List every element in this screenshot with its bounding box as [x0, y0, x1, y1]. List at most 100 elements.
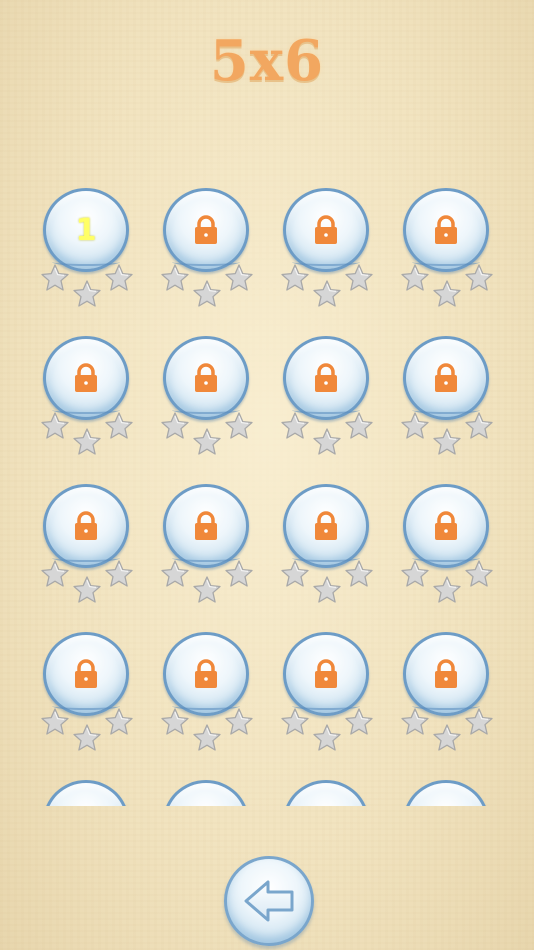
star-icon	[40, 263, 70, 293]
star-icon	[160, 707, 190, 737]
level-button[interactable]	[403, 336, 489, 420]
level-button[interactable]	[43, 336, 129, 420]
star-icon	[344, 707, 374, 737]
level-button[interactable]	[43, 780, 129, 806]
level-cell	[388, 772, 508, 806]
lock-icon	[193, 659, 219, 689]
level-cell	[148, 772, 268, 806]
level-button[interactable]	[403, 484, 489, 568]
star-icon	[192, 279, 222, 309]
lock-icon	[73, 659, 99, 689]
star-icon	[192, 427, 222, 457]
level-button[interactable]	[283, 780, 369, 806]
level-button[interactable]	[403, 632, 489, 716]
star-icon	[400, 559, 430, 589]
star-icon	[464, 559, 494, 589]
level-button[interactable]	[163, 484, 249, 568]
level-cell	[148, 328, 268, 476]
level-cell	[268, 624, 388, 772]
star-icon	[464, 411, 494, 441]
back-arrow-icon	[244, 880, 294, 922]
star-icon	[104, 707, 134, 737]
star-icon	[344, 411, 374, 441]
star-icon	[312, 427, 342, 457]
star-icon	[312, 723, 342, 753]
level-button[interactable]	[283, 336, 369, 420]
lock-icon	[433, 215, 459, 245]
star-icon	[432, 575, 462, 605]
level-cell	[28, 624, 148, 772]
star-icon	[224, 411, 254, 441]
star-icon	[160, 559, 190, 589]
level-cell	[388, 624, 508, 772]
star-icon	[464, 263, 494, 293]
level-cell	[268, 328, 388, 476]
page-title: 5x6	[209, 28, 325, 94]
star-icon	[400, 707, 430, 737]
star-icon	[432, 427, 462, 457]
level-cell	[388, 180, 508, 328]
star-icon	[344, 263, 374, 293]
level-grid-viewport[interactable]: 1	[0, 180, 534, 806]
star-icon	[344, 559, 374, 589]
lock-icon	[313, 215, 339, 245]
lock-icon	[433, 363, 459, 393]
level-cell	[268, 180, 388, 328]
star-icon	[72, 723, 102, 753]
lock-icon	[193, 363, 219, 393]
star-icon	[104, 263, 134, 293]
star-icon	[280, 559, 310, 589]
star-icon	[280, 411, 310, 441]
star-icon	[280, 263, 310, 293]
level-button[interactable]	[283, 188, 369, 272]
star-icon	[104, 411, 134, 441]
star-icon	[192, 723, 222, 753]
star-icon	[72, 427, 102, 457]
star-icon	[224, 263, 254, 293]
level-button[interactable]	[163, 188, 249, 272]
level-button[interactable]	[163, 780, 249, 806]
level-button[interactable]: 1	[43, 188, 129, 272]
star-icon	[192, 575, 222, 605]
level-cell	[28, 476, 148, 624]
star-icon	[160, 263, 190, 293]
lock-icon	[313, 659, 339, 689]
star-icon	[72, 575, 102, 605]
level-cell	[148, 624, 268, 772]
star-icon	[40, 707, 70, 737]
star-icon	[72, 279, 102, 309]
star-icon	[400, 411, 430, 441]
level-button[interactable]	[163, 336, 249, 420]
lock-icon	[433, 511, 459, 541]
level-button[interactable]	[43, 484, 129, 568]
lock-icon	[433, 659, 459, 689]
level-cell	[268, 476, 388, 624]
star-icon	[40, 411, 70, 441]
level-number: 1	[75, 212, 97, 248]
level-cell	[388, 476, 508, 624]
back-button[interactable]	[224, 856, 314, 946]
star-icon	[312, 279, 342, 309]
level-button[interactable]	[403, 780, 489, 806]
level-button[interactable]	[283, 484, 369, 568]
star-icon	[432, 723, 462, 753]
lock-icon	[73, 511, 99, 541]
star-icon	[40, 559, 70, 589]
level-button[interactable]	[403, 188, 489, 272]
lock-icon	[193, 215, 219, 245]
star-icon	[312, 575, 342, 605]
star-icon	[400, 263, 430, 293]
lock-icon	[193, 511, 219, 541]
level-button[interactable]	[163, 632, 249, 716]
level-cell	[148, 180, 268, 328]
star-icon	[464, 707, 494, 737]
star-icon	[432, 279, 462, 309]
star-icon	[160, 411, 190, 441]
level-button[interactable]	[283, 632, 369, 716]
star-icon	[280, 707, 310, 737]
level-button[interactable]	[43, 632, 129, 716]
level-cell: 1	[28, 180, 148, 328]
level-cell	[148, 476, 268, 624]
lock-icon	[313, 363, 339, 393]
level-cell	[268, 772, 388, 806]
